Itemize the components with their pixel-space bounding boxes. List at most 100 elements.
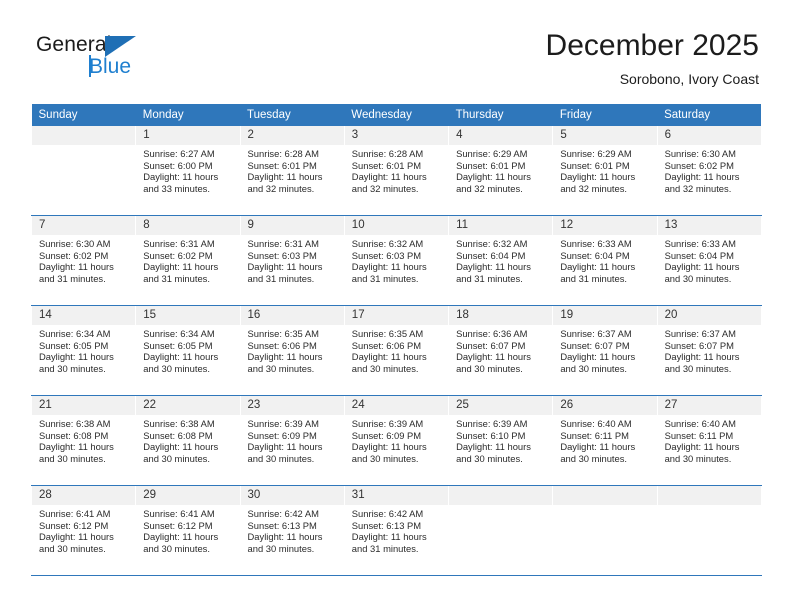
day-cell-24[interactable]: Sunrise: 6:39 AM Sunset: 6:09 PM Daylight:… — [343, 415, 450, 486]
day-detail-line: Daylight: 11 hours — [560, 261, 636, 273]
day-cell-13[interactable]: Sunrise: 6:33 AM Sunset: 6:04 PM Daylight:… — [656, 235, 762, 306]
general-blue-logo[interactable]: General Blue — [36, 33, 156, 85]
day-cell-15[interactable]: Sunrise: 6:34 AM Sunset: 6:05 PM Daylight:… — [135, 325, 241, 396]
day-number-16[interactable]: 16 — [239, 305, 345, 325]
page-title: December 2025 — [545, 29, 759, 62]
weekday-header-monday: Monday — [135, 104, 241, 126]
day-number-21[interactable]: 21 — [30, 395, 137, 415]
day-number-30[interactable]: 30 — [239, 485, 345, 505]
day-cell-9[interactable]: Sunrise: 6:31 AM Sunset: 6:03 PM Daylight:… — [239, 235, 345, 306]
day-cell-23[interactable]: Sunrise: 6:39 AM Sunset: 6:09 PM Daylight:… — [239, 415, 345, 486]
day-number-11[interactable]: 11 — [448, 215, 554, 235]
day-cell-27[interactable]: Sunrise: 6:40 AM Sunset: 6:11 PM Daylight:… — [656, 415, 762, 486]
day-cell-empty — [448, 505, 554, 576]
day-detail-line: Sunset: 6:09 PM — [351, 429, 422, 441]
day-number-19[interactable]: 19 — [552, 305, 658, 325]
day-number-17[interactable]: 17 — [343, 305, 450, 325]
day-number-18[interactable]: 18 — [448, 305, 554, 325]
day-detail-line: Daylight: 11 hours — [143, 171, 219, 183]
day-cell-25[interactable]: Sunrise: 6:39 AM Sunset: 6:10 PM Daylight:… — [448, 415, 554, 486]
day-detail-line: Sunset: 6:08 PM — [143, 429, 213, 441]
day-number-12[interactable]: 12 — [552, 215, 658, 235]
day-detail-line: Sunrise: 6:32 AM — [456, 238, 528, 249]
day-detail-line: Sunset: 6:01 PM — [560, 159, 630, 171]
day-number-4[interactable]: 4 — [448, 126, 554, 145]
day-cell-7[interactable]: Sunrise: 6:30 AM Sunset: 6:02 PM Daylight:… — [30, 235, 137, 306]
day-number-23[interactable]: 23 — [239, 395, 345, 415]
day-detail-line: Sunrise: 6:33 AM — [560, 238, 632, 249]
day-detail-line: Daylight: 11 hours — [351, 261, 427, 273]
day-number-26[interactable]: 26 — [552, 395, 658, 415]
day-detail-line: and 30 minutes. — [39, 362, 106, 374]
day-number-6[interactable]: 6 — [656, 126, 762, 145]
day-cell-22[interactable]: Sunrise: 6:38 AM Sunset: 6:08 PM Daylight:… — [135, 415, 241, 486]
logo-triangle-icon — [105, 36, 136, 57]
day-cell-11[interactable]: Sunrise: 6:32 AM Sunset: 6:04 PM Daylight:… — [448, 235, 554, 306]
day-detail-line: Sunrise: 6:42 AM — [351, 508, 424, 519]
calendar-grid: Sunday Monday Tuesday Wednesday Thursday… — [30, 104, 762, 576]
day-detail-line: Sunrise: 6:41 AM — [143, 508, 215, 519]
day-number-5[interactable]: 5 — [552, 126, 658, 145]
day-number-29[interactable]: 29 — [135, 485, 241, 505]
day-detail-line: Sunset: 6:03 PM — [247, 249, 317, 261]
day-detail-line: Sunset: 6:00 PM — [143, 159, 213, 171]
day-number-2[interactable]: 2 — [239, 126, 345, 145]
day-cell-10[interactable]: Sunrise: 6:32 AM Sunset: 6:03 PM Daylight:… — [343, 235, 450, 306]
page-header: General Blue December 2025 Sorobono, Ivo… — [0, 0, 792, 100]
day-detail-line: Sunset: 6:05 PM — [39, 339, 109, 351]
day-number-27[interactable]: 27 — [656, 395, 762, 415]
day-cell-8[interactable]: Sunrise: 6:31 AM Sunset: 6:02 PM Daylight:… — [135, 235, 241, 306]
day-cell-31[interactable]: Sunrise: 6:42 AM Sunset: 6:13 PM Daylight:… — [343, 505, 450, 576]
day-detail-line: and 31 minutes. — [247, 272, 315, 284]
day-number-9[interactable]: 9 — [239, 215, 345, 235]
day-detail-line: and 30 minutes. — [560, 362, 628, 374]
day-number-8[interactable]: 8 — [135, 215, 241, 235]
day-number-31[interactable]: 31 — [343, 485, 450, 505]
day-detail-line: Daylight: 11 hours — [351, 351, 427, 363]
day-detail-line: Daylight: 11 hours — [247, 351, 323, 363]
day-cell-18[interactable]: Sunrise: 6:36 AM Sunset: 6:07 PM Daylight:… — [448, 325, 554, 396]
day-detail-line: and 30 minutes. — [664, 362, 732, 374]
day-number-13[interactable]: 13 — [656, 215, 762, 235]
day-cell-29[interactable]: Sunrise: 6:41 AM Sunset: 6:12 PM Daylight:… — [135, 505, 241, 576]
day-cell-20[interactable]: Sunrise: 6:37 AM Sunset: 6:07 PM Daylight:… — [656, 325, 762, 396]
day-cell-6[interactable]: Sunrise: 6:30 AM Sunset: 6:02 PM Daylight:… — [656, 145, 762, 216]
day-cell-19[interactable]: Sunrise: 6:37 AM Sunset: 6:07 PM Daylight:… — [552, 325, 658, 396]
day-detail-line: Daylight: 11 hours — [664, 441, 740, 453]
day-cell-12[interactable]: Sunrise: 6:33 AM Sunset: 6:04 PM Daylight:… — [552, 235, 658, 306]
day-number-14[interactable]: 14 — [30, 305, 137, 325]
calendar-week-daynumbers: 21 22 23 24 25 26 27 — [30, 395, 762, 415]
day-cell-28[interactable]: Sunrise: 6:41 AM Sunset: 6:12 PM Daylight:… — [30, 505, 137, 576]
day-cell-21[interactable]: Sunrise: 6:38 AM Sunset: 6:08 PM Daylight:… — [30, 415, 137, 486]
day-detail-line: Sunrise: 6:30 AM — [664, 148, 736, 159]
day-number-3[interactable]: 3 — [343, 126, 450, 145]
day-number-25[interactable]: 25 — [448, 395, 554, 415]
day-detail-line: Sunset: 6:11 PM — [560, 429, 629, 441]
day-number-20[interactable]: 20 — [656, 305, 762, 325]
day-number-24[interactable]: 24 — [343, 395, 450, 415]
day-number-28[interactable]: 28 — [30, 485, 137, 505]
calendar-week-daynumbers: 14 15 16 17 18 19 20 — [30, 305, 762, 325]
day-cell-3[interactable]: Sunrise: 6:28 AM Sunset: 6:01 PM Daylight:… — [343, 145, 450, 216]
day-cell-14[interactable]: Sunrise: 6:34 AM Sunset: 6:05 PM Daylight:… — [30, 325, 137, 396]
day-number-22[interactable]: 22 — [135, 395, 241, 415]
day-detail-line: Sunset: 6:09 PM — [247, 429, 317, 441]
day-number-7[interactable]: 7 — [30, 215, 137, 235]
day-detail-line: Sunrise: 6:38 AM — [39, 418, 111, 429]
weekday-header-tuesday: Tuesday — [240, 104, 345, 126]
day-detail-line: Sunrise: 6:35 AM — [351, 328, 424, 339]
day-cell-16[interactable]: Sunrise: 6:35 AM Sunset: 6:06 PM Daylight:… — [239, 325, 345, 396]
day-cell-26[interactable]: Sunrise: 6:40 AM Sunset: 6:11 PM Daylight:… — [552, 415, 658, 486]
day-number-10[interactable]: 10 — [343, 215, 450, 235]
day-cell-1[interactable]: Sunrise: 6:27 AM Sunset: 6:00 PM Daylight:… — [135, 145, 241, 216]
day-cell-4[interactable]: Sunrise: 6:29 AM Sunset: 6:01 PM Daylight:… — [448, 145, 554, 216]
day-cell-2[interactable]: Sunrise: 6:28 AM Sunset: 6:01 PM Daylight:… — [239, 145, 345, 216]
day-cell-17[interactable]: Sunrise: 6:35 AM Sunset: 6:06 PM Daylight:… — [343, 325, 450, 396]
day-number-1[interactable]: 1 — [135, 126, 241, 145]
day-cell-30[interactable]: Sunrise: 6:42 AM Sunset: 6:13 PM Daylight:… — [239, 505, 345, 576]
day-cell-5[interactable]: Sunrise: 6:29 AM Sunset: 6:01 PM Daylight:… — [552, 145, 658, 216]
day-detail-line: Sunset: 6:02 PM — [39, 249, 109, 261]
day-detail-line: Sunset: 6:08 PM — [39, 429, 109, 441]
day-detail-line: Sunset: 6:01 PM — [247, 159, 317, 171]
day-number-15[interactable]: 15 — [135, 305, 241, 325]
